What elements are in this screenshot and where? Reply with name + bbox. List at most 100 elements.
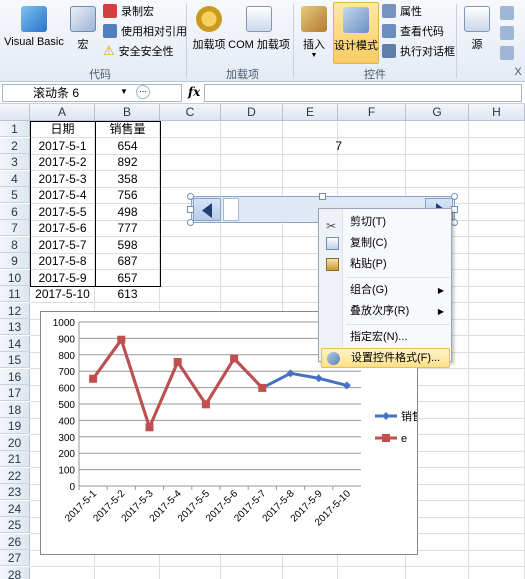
name-box[interactable]: 滚动条 6	[2, 84, 182, 102]
series-line	[91, 336, 264, 432]
row-header[interactable]: 9	[0, 253, 30, 269]
y-tick-label: 100	[58, 466, 75, 477]
view-code-button[interactable]: 查看代码	[382, 23, 444, 39]
row-header[interactable]: 27	[0, 550, 30, 566]
y-tick-label: 200	[58, 449, 75, 460]
insert-function-button[interactable]: fx	[188, 85, 200, 99]
legend-marker	[382, 434, 390, 442]
resize-handle[interactable]	[319, 193, 326, 200]
row-header[interactable]: 15	[0, 352, 30, 368]
addins-button[interactable]: 加载项	[190, 6, 228, 52]
row-header[interactable]: 17	[0, 385, 30, 401]
row-header[interactable]: 12	[0, 302, 30, 319]
run-dialog-icon	[382, 44, 396, 58]
menu-item-cut[interactable]: ✂ 剪切(T)	[321, 212, 450, 233]
menu-item-copy[interactable]: 复制(C)	[321, 233, 450, 254]
view-code-icon	[382, 24, 396, 38]
select-all-corner[interactable]	[0, 104, 30, 121]
row-header[interactable]: 8	[0, 236, 30, 253]
scroll-left-arrow-icon	[202, 203, 212, 218]
column-header[interactable]: E	[283, 104, 338, 121]
row-header[interactable]: 20	[0, 434, 30, 451]
record-macro-button[interactable]: 录制宏	[103, 3, 154, 19]
resize-handle[interactable]	[451, 219, 458, 226]
properties-button[interactable]: 属性	[382, 3, 422, 19]
row-header[interactable]: 1	[0, 121, 30, 137]
macro-security-button[interactable]: ⚠ 安全安全性	[103, 43, 174, 59]
row-header[interactable]: 18	[0, 401, 30, 418]
formula-input[interactable]	[204, 84, 522, 102]
row-header[interactable]: 7	[0, 220, 30, 236]
column-header[interactable]: D	[221, 104, 283, 121]
column-header[interactable]: C	[160, 104, 221, 121]
map-properties-icon	[500, 6, 514, 20]
column-header[interactable]: F	[338, 104, 406, 121]
expansion-pack-icon	[500, 26, 514, 40]
relative-reference-button[interactable]: 使用相对引用	[103, 23, 187, 39]
resize-handle[interactable]	[187, 219, 194, 226]
properties-icon	[382, 4, 396, 18]
scissors-icon: ✂	[326, 219, 337, 233]
row-header[interactable]: 4	[0, 170, 30, 187]
row-header[interactable]: 10	[0, 269, 30, 286]
y-tick-label: 400	[58, 416, 75, 427]
y-tick-label: 500	[58, 400, 75, 411]
chevron-down-icon: ▼	[310, 52, 318, 59]
resize-handle[interactable]	[451, 193, 458, 200]
resize-handle[interactable]	[187, 193, 194, 200]
column-header[interactable]: H	[469, 104, 525, 121]
menu-item-format-control[interactable]: 设置控件格式(F)...	[321, 348, 450, 368]
row-header[interactable]: 19	[0, 418, 30, 434]
row-header[interactable]: 21	[0, 451, 30, 467]
legend-label: e	[401, 433, 407, 445]
relative-reference-icon	[103, 24, 117, 38]
resize-handle[interactable]	[451, 206, 458, 213]
menu-item-group[interactable]: 组合(G) ▶	[321, 280, 450, 301]
column-header[interactable]: A	[30, 104, 95, 121]
row-header[interactable]: 25	[0, 517, 30, 533]
row-header[interactable]: 24	[0, 500, 30, 517]
menu-item-assign-macro[interactable]: 指定宏(N)...	[321, 327, 450, 348]
row-header[interactable]: 13	[0, 319, 30, 335]
scroll-thumb[interactable]	[223, 198, 239, 221]
table-cell-date[interactable]: 2017-5-10	[30, 286, 95, 302]
row-header[interactable]: 14	[0, 335, 30, 352]
row-header[interactable]: 6	[0, 203, 30, 220]
row-header[interactable]: 22	[0, 467, 30, 484]
run-dialog-button[interactable]: 执行对话框	[382, 43, 455, 59]
insert-control-button[interactable]: 插入 ▼	[298, 6, 330, 59]
resize-handle[interactable]	[187, 206, 194, 213]
com-addins-button[interactable]: COM 加载项	[228, 6, 290, 52]
menu-item-paste[interactable]: 粘贴(P)	[321, 254, 450, 275]
data-point	[117, 335, 126, 344]
row-header[interactable]: 26	[0, 533, 30, 550]
visual-basic-button[interactable]: Visual Basic	[4, 6, 64, 48]
macro-button[interactable]: 宏	[68, 6, 98, 52]
source-button[interactable]: 源	[462, 6, 492, 52]
cell-e2[interactable]: 7	[282, 138, 342, 154]
row-header[interactable]: 11	[0, 286, 30, 302]
design-mode-icon	[343, 7, 369, 33]
scroll-left-button[interactable]	[193, 198, 221, 221]
grid-line	[468, 121, 469, 579]
name-box-dropdown-icon[interactable]: ▼	[120, 87, 128, 96]
menu-item-order[interactable]: 叠放次序(R) ▶	[321, 301, 450, 322]
column-header[interactable]: B	[95, 104, 160, 121]
data-point	[342, 381, 351, 390]
row-header[interactable]: 16	[0, 368, 30, 385]
xml-partial-buttons[interactable]	[500, 6, 525, 62]
table-cell-sales[interactable]: 613	[95, 286, 160, 302]
row-header[interactable]: 3	[0, 154, 30, 170]
worksheet-grid[interactable]: ABCDEFGH 1 2 3 4 5 6 7 8 9 10 11 12 13 14 15 16 17 18 19 20…	[0, 104, 525, 579]
row-header[interactable]: 2	[0, 137, 30, 154]
row-header[interactable]: 28	[0, 566, 30, 579]
macro-icon	[70, 6, 96, 32]
formula-bar: 滚动条 6 ▼ ⋯ fx	[0, 82, 525, 104]
column-header[interactable]: G	[406, 104, 469, 121]
design-mode-button[interactable]: 设计模式	[333, 2, 379, 64]
y-tick-label: 1000	[53, 318, 76, 329]
record-macro-icon	[103, 4, 117, 18]
row-header[interactable]: 23	[0, 484, 30, 500]
row-header[interactable]: 5	[0, 187, 30, 203]
group-code-label: 代码	[89, 69, 111, 81]
